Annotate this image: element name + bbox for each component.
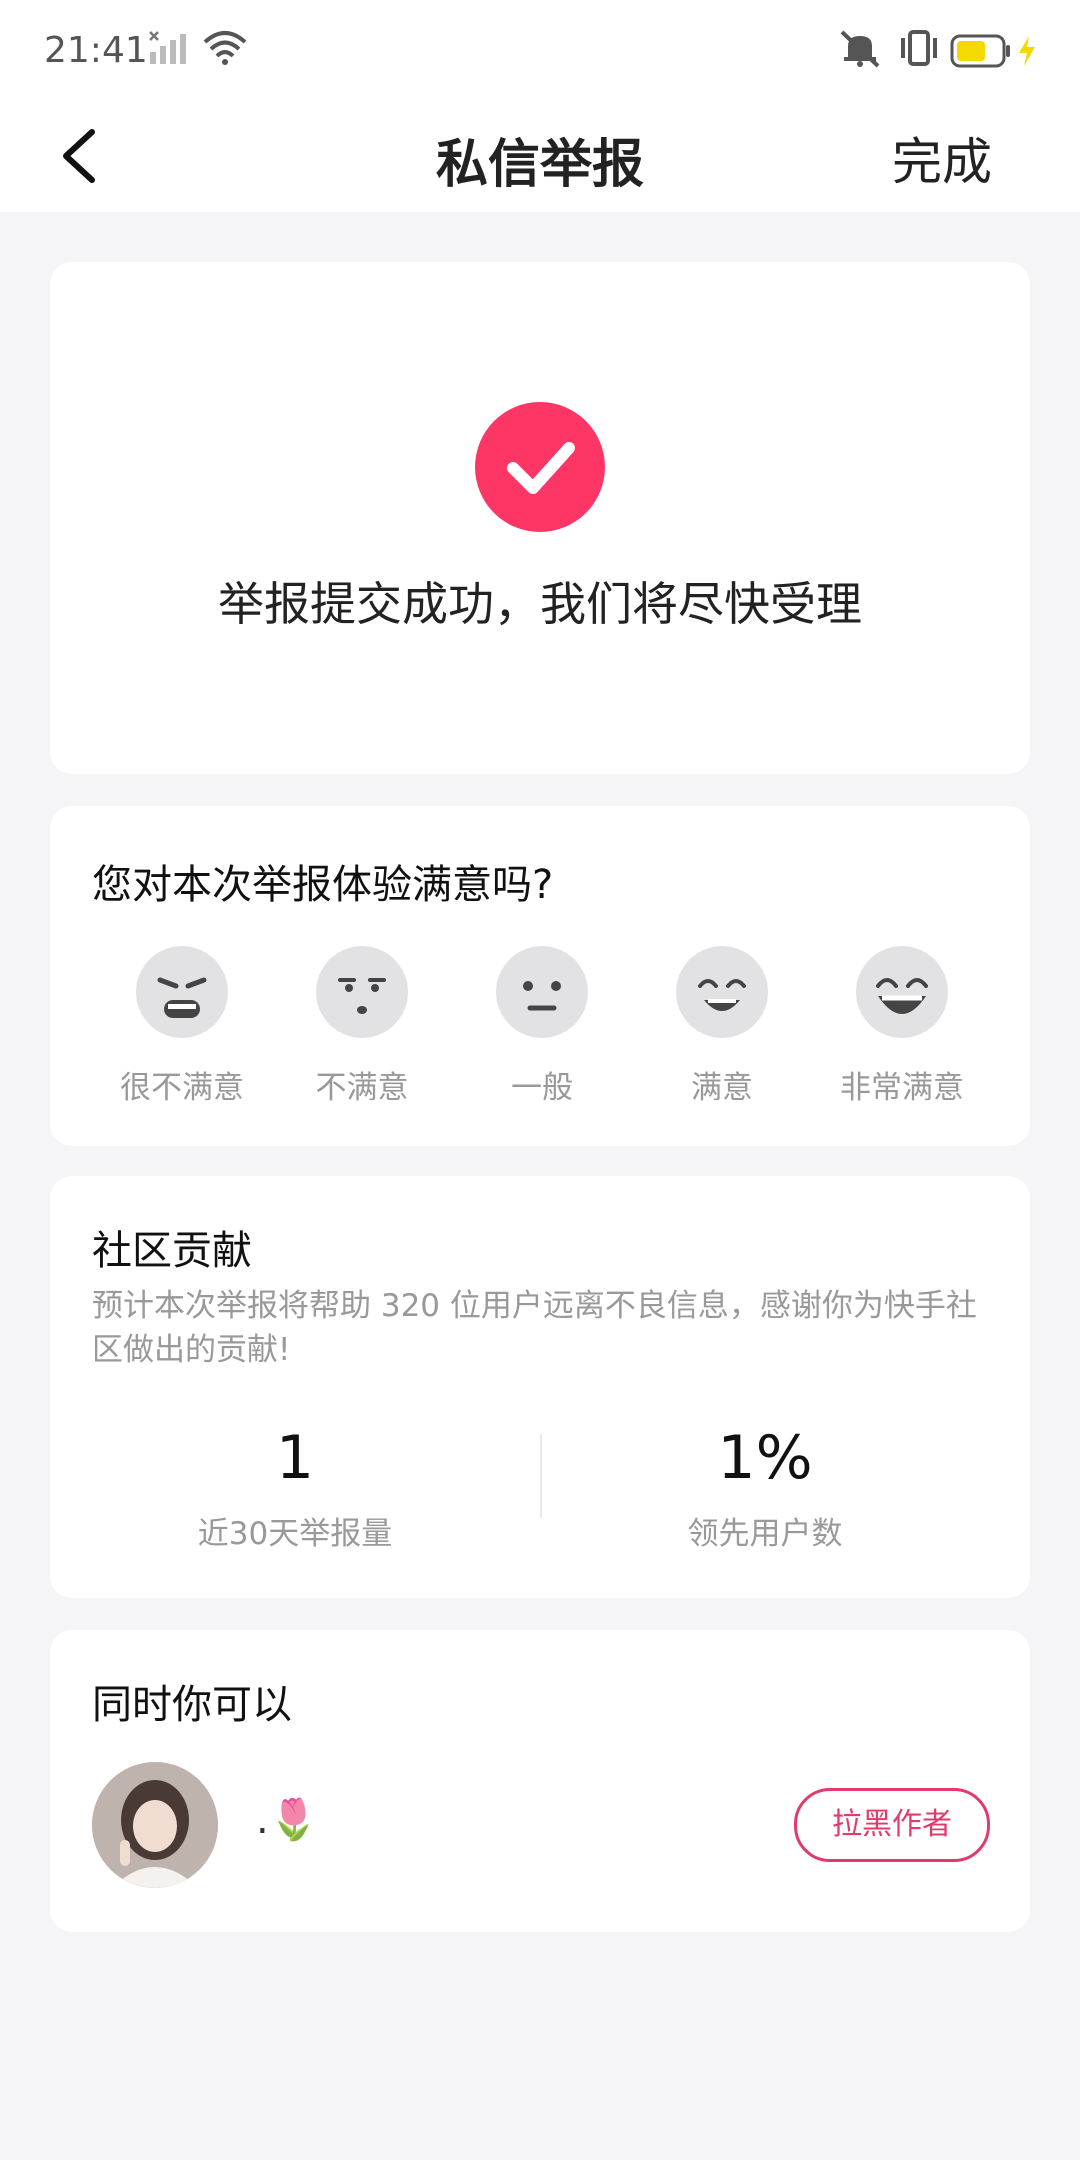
also-actions-card: 同时你可以 .🌷 拉黑作者 xyxy=(50,1630,1030,1932)
stat-label: 近30天举报量 xyxy=(197,1516,393,1552)
rating-very-satisfied[interactable]: 非常满意 xyxy=(812,936,992,1116)
done-button[interactable]: 完成 xyxy=(892,122,992,194)
contribution-title: 社区贡献 xyxy=(92,1228,252,1274)
vibrate-icon xyxy=(901,30,937,66)
community-contribution-card: 社区贡献 预计本次举报将帮助 320 位用户远离不良信息，感谢你为快手社区做出的… xyxy=(50,1176,1030,1598)
rating-label: 不满意 xyxy=(315,1070,409,1106)
rating-label: 很不满意 xyxy=(120,1070,244,1106)
stat-value: 1% xyxy=(717,1423,813,1493)
angry-face-icon xyxy=(136,946,228,1038)
laugh-face-icon xyxy=(856,946,948,1038)
success-card: 举报提交成功，我们将尽快受理 xyxy=(50,262,1030,774)
username: .🌷 xyxy=(256,1797,319,1843)
satisfaction-card: 您对本次举报体验满意吗? 很不满意 不满意 一般 满意 非常满意 xyxy=(50,806,1030,1146)
stat-value: 1 xyxy=(275,1423,315,1493)
mute-icon xyxy=(840,30,880,68)
battery-icon xyxy=(950,34,1010,68)
rating-very-unsatisfied[interactable]: 很不满意 xyxy=(92,936,272,1116)
neutral-face-icon xyxy=(496,946,588,1038)
wifi-icon xyxy=(203,31,247,65)
also-title: 同时你可以 xyxy=(92,1682,292,1728)
status-bar: 21:41 xyxy=(0,0,1080,100)
rating-label: 非常满意 xyxy=(840,1070,964,1106)
rating-unsatisfied[interactable]: 不满意 xyxy=(272,936,452,1116)
unhappy-face-icon xyxy=(316,946,408,1038)
stat-leading-users: 1% 领先用户数 xyxy=(540,1422,990,1553)
charging-icon xyxy=(1019,36,1035,66)
block-author-button[interactable]: 拉黑作者 xyxy=(794,1788,990,1862)
check-icon xyxy=(475,402,605,532)
signal-icon xyxy=(149,31,186,64)
header-bar: 私信举报 完成 xyxy=(0,100,1080,212)
rating-label: 满意 xyxy=(691,1070,753,1106)
status-time: 21:41 xyxy=(44,30,148,71)
avatar[interactable] xyxy=(92,1762,218,1888)
stat-label: 领先用户数 xyxy=(687,1516,843,1552)
rating-options: 很不满意 不满意 一般 满意 非常满意 xyxy=(92,936,992,1116)
contribution-description: 预计本次举报将帮助 320 位用户远离不良信息，感谢你为快手社区做出的贡献! xyxy=(92,1288,977,1368)
rating-label: 一般 xyxy=(511,1070,573,1106)
smile-face-icon xyxy=(676,946,768,1038)
rating-neutral[interactable]: 一般 xyxy=(452,936,632,1116)
rating-satisfied[interactable]: 满意 xyxy=(632,936,812,1116)
success-message: 举报提交成功，我们将尽快受理 xyxy=(218,577,862,631)
survey-question: 您对本次举报体验满意吗? xyxy=(92,862,554,908)
stat-report-count: 1 近30天举报量 xyxy=(70,1422,520,1553)
